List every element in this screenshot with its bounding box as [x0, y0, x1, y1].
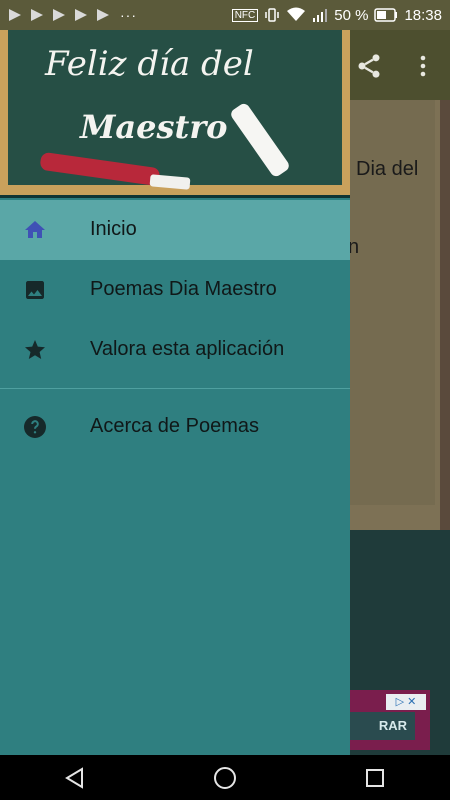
- back-button[interactable]: [60, 763, 90, 793]
- home-button[interactable]: [210, 763, 240, 793]
- menu-item-acerca[interactable]: Acerca de Poemas: [0, 397, 350, 457]
- vibrate-icon: [264, 7, 280, 23]
- battery-icon: [374, 8, 398, 22]
- media-play-icon: [30, 8, 44, 22]
- system-status: NFC 50 % 18:38: [231, 6, 442, 24]
- drawer-header-image: Feliz día del Maestro: [0, 30, 350, 198]
- menu-item-label: Inicio: [90, 218, 137, 240]
- clock: 18:38: [404, 6, 442, 24]
- signal-icon: [312, 7, 328, 23]
- menu-item-label: Valora esta aplicación: [90, 338, 285, 360]
- header-title-line2: Maestro: [80, 108, 228, 146]
- ad-choices-icon[interactable]: ▷ ✕: [386, 694, 426, 710]
- menu-item-valora[interactable]: Valora esta aplicación: [0, 320, 350, 380]
- wifi-icon: [286, 7, 306, 23]
- system-navigation-bar: [0, 755, 450, 800]
- more-notifications-indicator: ···: [120, 7, 137, 23]
- battery-percent: 50 %: [334, 6, 369, 24]
- help-icon: [23, 415, 47, 439]
- recents-icon: [366, 768, 384, 787]
- recents-button[interactable]: [360, 763, 390, 793]
- menu-divider: [0, 388, 350, 389]
- menu-item-label: Poemas Dia Maestro: [90, 278, 277, 300]
- home-circle-icon: [214, 766, 236, 789]
- more-options-icon[interactable]: [411, 52, 435, 80]
- star-icon: [23, 338, 47, 362]
- media-play-icon: [74, 8, 88, 22]
- menu-item-inicio[interactable]: Inicio: [0, 200, 350, 260]
- image-icon: [23, 278, 47, 302]
- notification-area: ···: [8, 7, 137, 23]
- media-play-icon: [52, 8, 66, 22]
- share-icon[interactable]: [355, 52, 383, 80]
- header-title-line1: Feliz día del: [45, 44, 254, 84]
- back-icon: [65, 766, 83, 789]
- navigation-drawer: Feliz día del Maestro Inicio Poemas Dia …: [0, 30, 350, 755]
- menu-item-poemas[interactable]: Poemas Dia Maestro: [0, 260, 350, 320]
- content-text: Dia del: [356, 158, 419, 180]
- media-play-icon: [8, 8, 22, 22]
- home-icon: [23, 218, 47, 242]
- drawer-menu: Inicio Poemas Dia Maestro Valora esta ap…: [0, 200, 350, 457]
- status-bar: ··· NFC 50 % 18:38: [0, 0, 450, 30]
- nfc-icon: NFC: [231, 8, 259, 22]
- menu-item-label: Acerca de Poemas: [90, 415, 259, 437]
- media-play-icon: [96, 8, 110, 22]
- ad-button[interactable]: RAR: [345, 712, 415, 740]
